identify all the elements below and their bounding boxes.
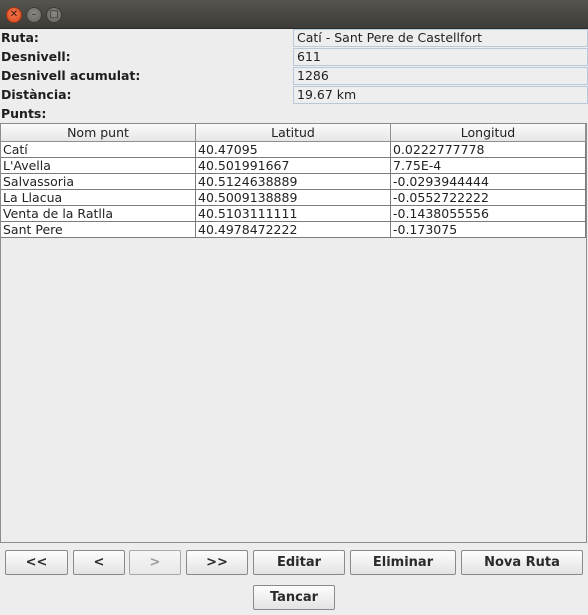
cell-latitud[interactable]: 40.5103111111 [196,206,391,222]
cell-nom-punt[interactable]: Salvassoria [1,174,196,190]
new-route-button[interactable]: Nova Ruta [461,550,583,575]
distancia-value: 19.67 km [293,86,588,104]
column-header-longitud[interactable]: Longitud [391,124,586,142]
table-row[interactable]: L'Avella 40.501991667 7.75E-4 [1,158,586,174]
cell-longitud[interactable]: -0.1438055556 [391,206,586,222]
desnivell-label: Desnivell: [1,49,71,64]
column-header-latitud[interactable]: Latitud [196,124,391,142]
column-header-nom-punt[interactable]: Nom punt [1,124,196,142]
next-button: > [129,550,181,575]
delete-button[interactable]: Eliminar [350,550,456,575]
cell-latitud[interactable]: 40.5124638889 [196,174,391,190]
cell-longitud[interactable]: 0.0222777778 [391,142,586,158]
ruta-value: Catí - Sant Pere de Castellfort [293,29,588,47]
edit-button[interactable]: Editar [253,550,345,575]
desnivell-acumulat-label: Desnivell acumulat: [1,68,141,83]
cell-longitud[interactable]: -0.0293944444 [391,174,586,190]
cell-latitud[interactable]: 40.5009138889 [196,190,391,206]
last-button[interactable]: >> [186,550,248,575]
cell-longitud[interactable]: 7.75E-4 [391,158,586,174]
table-row[interactable]: Sant Pere 40.4978472222 -0.173075 [1,222,586,238]
cell-nom-punt[interactable]: Catí [1,142,196,158]
title-bar: ✕ – □ [0,0,588,29]
table-row[interactable]: La Llacua 40.5009138889 -0.0552722222 [1,190,586,206]
desnivell-acumulat-value: 1286 [293,67,588,85]
cell-longitud[interactable]: -0.0552722222 [391,190,586,206]
table-row[interactable]: Salvassoria 40.5124638889 -0.0293944444 [1,174,586,190]
cell-nom-punt[interactable]: L'Avella [1,158,196,174]
ruta-label: Ruta: [1,30,39,45]
close-window-icon[interactable]: ✕ [6,7,22,23]
cell-nom-punt[interactable]: Sant Pere [1,222,196,238]
cell-longitud[interactable]: -0.173075 [391,222,586,238]
punts-label: Punts: [1,106,47,121]
desnivell-value: 611 [293,48,588,66]
distancia-label: Distància: [1,87,72,102]
maximize-window-icon[interactable]: □ [46,7,62,23]
minimize-window-icon[interactable]: – [26,7,42,23]
first-button[interactable]: << [5,550,68,575]
table-row[interactable]: Catí 40.47095 0.0222777778 [1,142,586,158]
close-button[interactable]: Tancar [253,585,335,610]
table-header: Nom punt Latitud Longitud [1,124,586,142]
cell-latitud[interactable]: 40.47095 [196,142,391,158]
points-table[interactable]: Nom punt Latitud Longitud Catí 40.47095 … [0,123,587,543]
table-row[interactable]: Venta de la Ratlla 40.5103111111 -0.1438… [1,206,586,222]
cell-latitud[interactable]: 40.4978472222 [196,222,391,238]
cell-nom-punt[interactable]: Venta de la Ratlla [1,206,196,222]
previous-button[interactable]: < [73,550,125,575]
cell-latitud[interactable]: 40.501991667 [196,158,391,174]
cell-nom-punt[interactable]: La Llacua [1,190,196,206]
